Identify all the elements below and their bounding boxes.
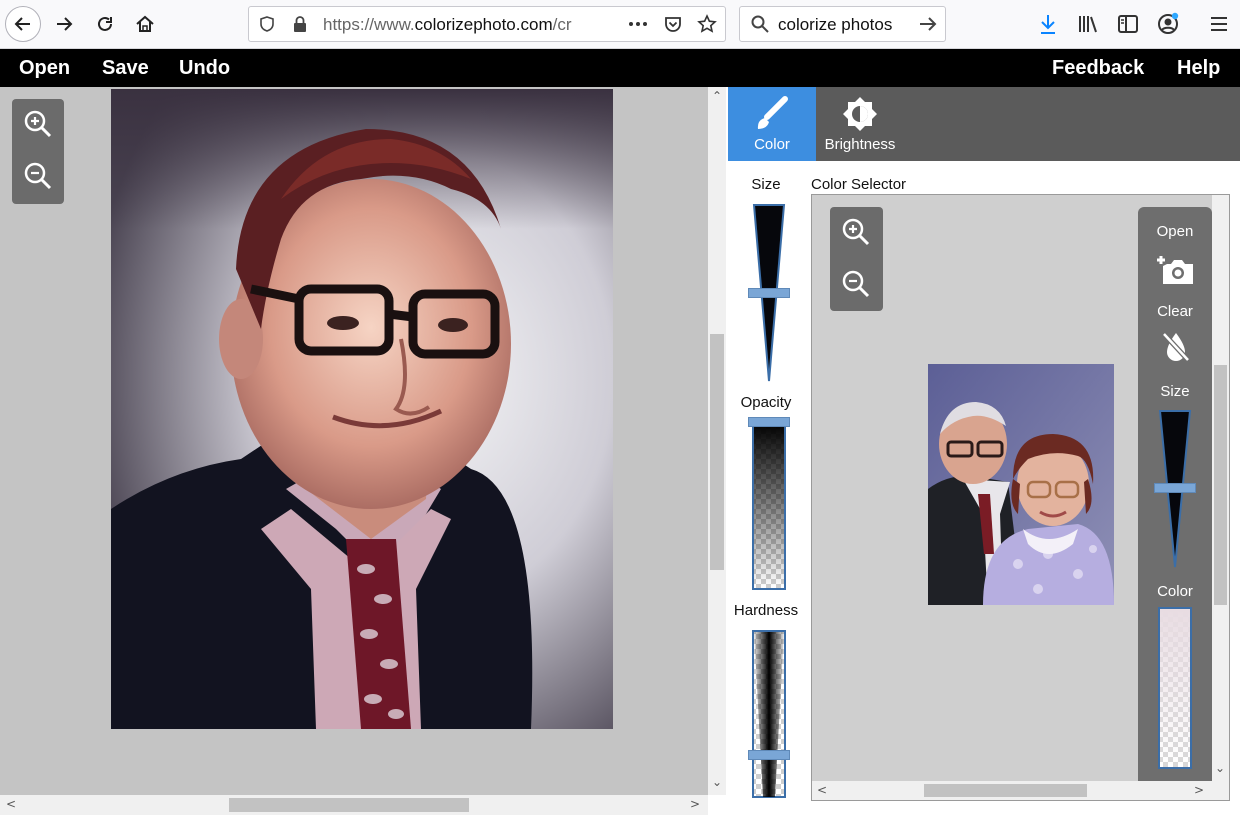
canvas-horizontal-scrollbar[interactable]: < >: [0, 795, 708, 815]
home-icon: [136, 15, 154, 32]
download-icon[interactable]: [1036, 12, 1060, 36]
forward-button[interactable]: [46, 6, 82, 42]
account-icon[interactable]: [1156, 12, 1180, 36]
add-photo-icon[interactable]: [1155, 252, 1195, 288]
size-slider-handle[interactable]: [748, 288, 790, 298]
selector-zoom-out-icon[interactable]: [840, 268, 872, 300]
canvas-horizontal-thumb[interactable]: [229, 798, 469, 812]
tool-tabs: Color Brightness: [728, 87, 1240, 161]
brightness-icon: [841, 95, 879, 133]
go-arrow-icon[interactable]: [918, 14, 938, 34]
color-selector-canvas[interactable]: Open Clear Size Color ⌄ < >: [811, 194, 1230, 801]
url-bar[interactable]: https://www.colorizephoto.com/cr: [248, 6, 726, 42]
brush-icon: [753, 96, 791, 132]
zoom-in-icon[interactable]: [22, 108, 54, 140]
tab-brightness[interactable]: Brightness: [816, 87, 904, 161]
forward-arrow-icon: [57, 17, 73, 31]
selector-size-label: Size: [1160, 383, 1190, 400]
url-path: /cr: [552, 15, 572, 34]
star-icon[interactable]: [697, 14, 717, 34]
opacity-slider[interactable]: [748, 417, 790, 591]
canvas-vertical-thumb[interactable]: [710, 334, 724, 570]
hardness-slider[interactable]: [748, 629, 790, 799]
tool-panel: Color Brightness Size Opacity Hardness C…: [728, 87, 1240, 815]
clear-color-icon[interactable]: [1161, 331, 1191, 363]
selector-scroll-left-icon[interactable]: <: [817, 783, 827, 797]
url-host: colorizephoto.com: [414, 15, 553, 34]
app-menubar: Open Save Undo Feedback Help: [0, 49, 1240, 87]
selector-zoom-in-icon[interactable]: [840, 216, 872, 248]
opacity-label: Opacity: [740, 394, 792, 411]
scroll-up-arrow-icon[interactable]: ⌃: [712, 89, 722, 103]
back-button[interactable]: [5, 6, 41, 42]
search-icon: [750, 14, 770, 34]
selector-size-slider[interactable]: [1154, 410, 1196, 568]
hamburger-menu-icon[interactable]: [1207, 12, 1231, 36]
selector-side-tools: Open Clear Size Color: [1138, 207, 1212, 791]
selector-scroll-right-icon[interactable]: >: [1194, 783, 1204, 797]
reference-photo[interactable]: [928, 364, 1114, 605]
lock-icon[interactable]: [291, 15, 309, 33]
opacity-slider-handle[interactable]: [748, 417, 790, 427]
url-text[interactable]: https://www.colorizephoto.com/cr: [323, 15, 583, 35]
pocket-icon[interactable]: [663, 14, 683, 34]
canvas-vertical-scrollbar[interactable]: ⌃ ⌄: [708, 87, 726, 795]
help-menu-item[interactable]: Help: [1177, 57, 1220, 80]
zoom-out-icon[interactable]: [22, 160, 54, 192]
scroll-down-arrow-icon[interactable]: ⌄: [712, 775, 722, 789]
search-input[interactable]: colorize photos: [778, 15, 892, 35]
selector-vertical-scrollbar[interactable]: ⌄: [1212, 195, 1229, 781]
color-selector-title: Color Selector: [811, 176, 907, 193]
sidebar-icon[interactable]: [1116, 12, 1140, 36]
reload-button[interactable]: [87, 6, 123, 42]
tracking-shield-icon[interactable]: [258, 15, 276, 33]
scroll-left-arrow-icon[interactable]: <: [6, 797, 16, 811]
selector-scroll-down-icon[interactable]: ⌄: [1215, 761, 1225, 775]
browser-toolbar: https://www.colorizephoto.com/cr coloriz…: [0, 0, 1240, 49]
hardness-slider-handle[interactable]: [748, 750, 790, 760]
open-tool-label: Open: [1156, 223, 1194, 240]
back-arrow-icon: [14, 17, 30, 31]
image-canvas[interactable]: [0, 87, 708, 795]
size-label: Size: [751, 176, 781, 193]
more-icon[interactable]: [627, 15, 649, 33]
hardness-label: Hardness: [733, 602, 799, 619]
selector-zoom-controls: [830, 207, 883, 311]
search-bar[interactable]: colorize photos: [739, 6, 946, 42]
selector-size-handle[interactable]: [1154, 483, 1196, 493]
tab-color-label: Color: [754, 136, 790, 153]
url-prefix: https://www.: [323, 15, 415, 34]
reload-icon: [98, 16, 112, 31]
save-menu-item[interactable]: Save: [102, 57, 149, 80]
tab-brightness-label: Brightness: [824, 136, 896, 153]
selector-vertical-thumb[interactable]: [1214, 365, 1227, 605]
selector-horizontal-thumb[interactable]: [924, 784, 1087, 797]
main-photo[interactable]: [111, 89, 613, 729]
feedback-menu-item[interactable]: Feedback: [1052, 57, 1144, 80]
open-menu-item[interactable]: Open: [19, 57, 70, 80]
zoom-controls: [12, 99, 64, 204]
home-button[interactable]: [127, 6, 163, 42]
selector-horizontal-scrollbar[interactable]: < >: [812, 781, 1229, 800]
library-icon[interactable]: [1076, 12, 1100, 36]
scroll-right-arrow-icon[interactable]: >: [690, 797, 700, 811]
size-slider[interactable]: [748, 204, 790, 382]
tab-color[interactable]: Color: [728, 87, 816, 161]
clear-tool-label: Clear: [1157, 303, 1193, 320]
undo-menu-item[interactable]: Undo: [179, 57, 230, 80]
selector-color-label: Color: [1157, 583, 1193, 600]
selector-color-swatch[interactable]: [1158, 607, 1192, 769]
